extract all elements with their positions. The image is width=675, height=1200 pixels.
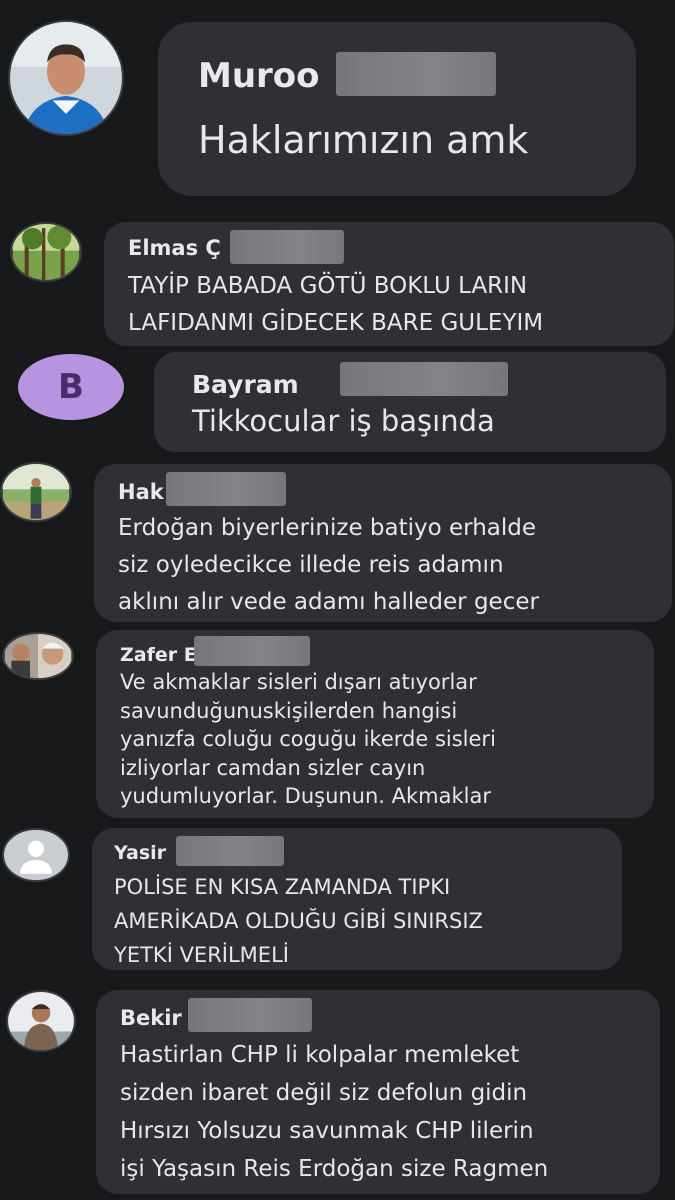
redaction-block (194, 636, 310, 666)
user-photo-icon (4, 634, 72, 678)
redaction-block (176, 836, 284, 866)
comment-author[interactable]: Elmas Ç (128, 236, 221, 260)
comment-bubble: Elmas Ç TAYİP BABADA GÖTÜ BOKLU LARIN LA… (104, 222, 674, 346)
comment-author[interactable]: Muroo (198, 56, 320, 96)
redaction-block (336, 52, 496, 96)
comment-bubble: Bayram Tikkocular iş başında (154, 352, 666, 452)
redaction-block (188, 998, 312, 1032)
avatar[interactable] (6, 990, 76, 1052)
user-photo-icon (12, 224, 80, 280)
default-user-icon (4, 830, 68, 880)
comment-bubble: Yasir POLİSE EN KISA ZAMANDA TIPKI AMERİ… (92, 828, 622, 970)
user-photo-icon (2, 464, 70, 520)
user-photo-icon (10, 22, 122, 134)
avatar[interactable] (10, 222, 82, 282)
comment-bubble: Hak Erdoğan biyerlerinize batiyo erhalde… (94, 464, 672, 622)
comment-author[interactable]: Bayram (192, 370, 299, 399)
comment-text: Haklarımızın amk (198, 118, 529, 162)
redaction-block (230, 230, 344, 264)
redaction-block (340, 362, 508, 396)
comment-text: Ve akmaklar sisleri dışarı atıyorlar sav… (120, 670, 496, 808)
avatar[interactable]: B (18, 354, 124, 420)
avatar[interactable] (2, 828, 70, 882)
avatar-initial: B (58, 367, 84, 407)
comment-bubble: Zafer E Ve akmaklar sisleri dışarı atıyo… (96, 630, 654, 818)
comment-bubble: Muroo Haklarımızın amk (158, 22, 636, 196)
comment-text: Hastirlan CHP li kolpalar memleket sizde… (120, 1042, 549, 1182)
comment-text: POLİSE EN KISA ZAMANDA TIPKI AMERİKADA O… (114, 875, 483, 967)
comment-author[interactable]: Yasir (114, 842, 166, 864)
avatar[interactable] (2, 632, 74, 680)
user-photo-icon (8, 992, 74, 1050)
avatar[interactable] (8, 20, 124, 136)
comment-author[interactable]: Hak (118, 480, 164, 504)
comment-text: TAYİP BABADA GÖTÜ BOKLU LARIN LAFIDANMI … (128, 273, 544, 336)
comment-text: Tikkocular iş başında (192, 404, 495, 438)
comment-author[interactable]: Bekir (120, 1006, 182, 1030)
avatar[interactable] (0, 462, 72, 522)
comment-text: Erdoğan biyerlerinize batiyo erhalde siz… (118, 515, 539, 615)
comment-author[interactable]: Zafer E (120, 644, 197, 666)
comment-bubble: Bekir Hastirlan CHP li kolpalar memleket… (96, 990, 660, 1194)
redaction-block (166, 472, 286, 506)
